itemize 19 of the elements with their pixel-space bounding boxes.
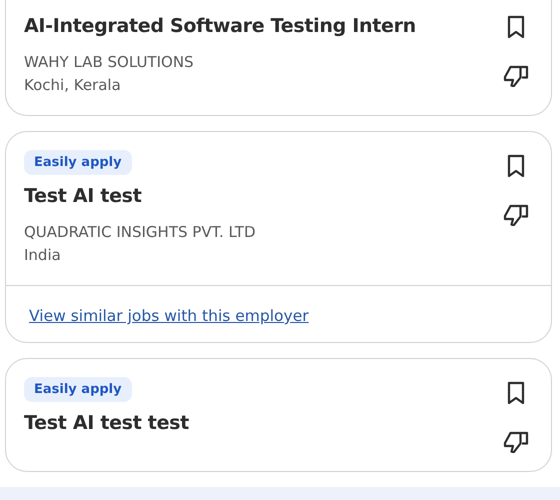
job-title[interactable]: Test AI test test <box>24 412 189 434</box>
bookmark-icon[interactable] <box>506 381 526 405</box>
job-card[interactable]: Easily apply Test AI test test <box>5 358 552 472</box>
job-location: India <box>24 245 62 266</box>
job-card[interactable]: Easily apply Test AI test QUADRATIC INSIGHTS PVT. LTD India View similar jobs with this employer <box>5 131 552 343</box>
job-location: Kochi, Kerala <box>24 75 122 96</box>
bookmark-icon[interactable] <box>506 15 526 39</box>
thumbs-down-icon[interactable] <box>503 431 529 453</box>
thumbs-down-icon[interactable] <box>503 65 529 87</box>
job-title[interactable]: AI-Integrated Software Testing Intern <box>24 15 416 37</box>
easily-apply-badge: Easily apply <box>24 377 132 402</box>
bookmark-icon[interactable] <box>506 154 526 178</box>
job-card[interactable]: AI-Integrated Software Testing Intern WAHY LAB SOLUTIONS Kochi, Kerala <box>5 0 552 116</box>
job-title[interactable]: Test AI test <box>24 185 142 207</box>
similar-jobs-link[interactable]: View similar jobs with this employer <box>29 307 309 325</box>
company-name: QUADRATIC INSIGHTS PVT. LTD <box>24 222 256 243</box>
thumbs-down-icon[interactable] <box>503 204 529 226</box>
company-name: WAHY LAB SOLUTIONS <box>24 52 194 73</box>
easily-apply-badge: Easily apply <box>24 150 132 175</box>
